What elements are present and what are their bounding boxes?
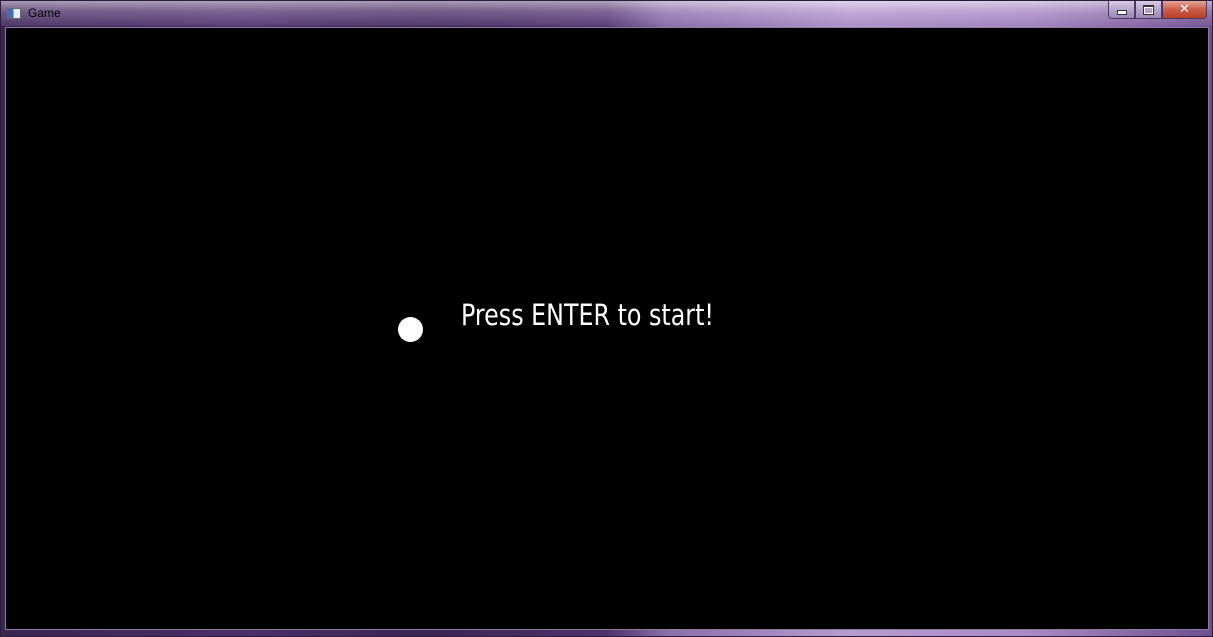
app-window-icon[interactable] [7,8,21,19]
maximize-button[interactable] [1135,1,1162,19]
game-window: Game ✕ Press ENTER to start! [0,0,1213,637]
title-bar[interactable]: Game ✕ [1,1,1212,26]
close-button[interactable]: ✕ [1162,1,1207,19]
game-canvas[interactable]: Press ENTER to start! [5,27,1209,630]
maximize-icon [1143,4,1154,15]
minimize-button[interactable] [1108,1,1135,19]
close-icon: ✕ [1179,2,1190,17]
ball [398,317,423,342]
window-controls: ✕ [1108,1,1207,19]
start-prompt: Press ENTER to start! [461,298,714,332]
window-title: Game [28,6,61,20]
minimize-icon [1116,9,1127,15]
